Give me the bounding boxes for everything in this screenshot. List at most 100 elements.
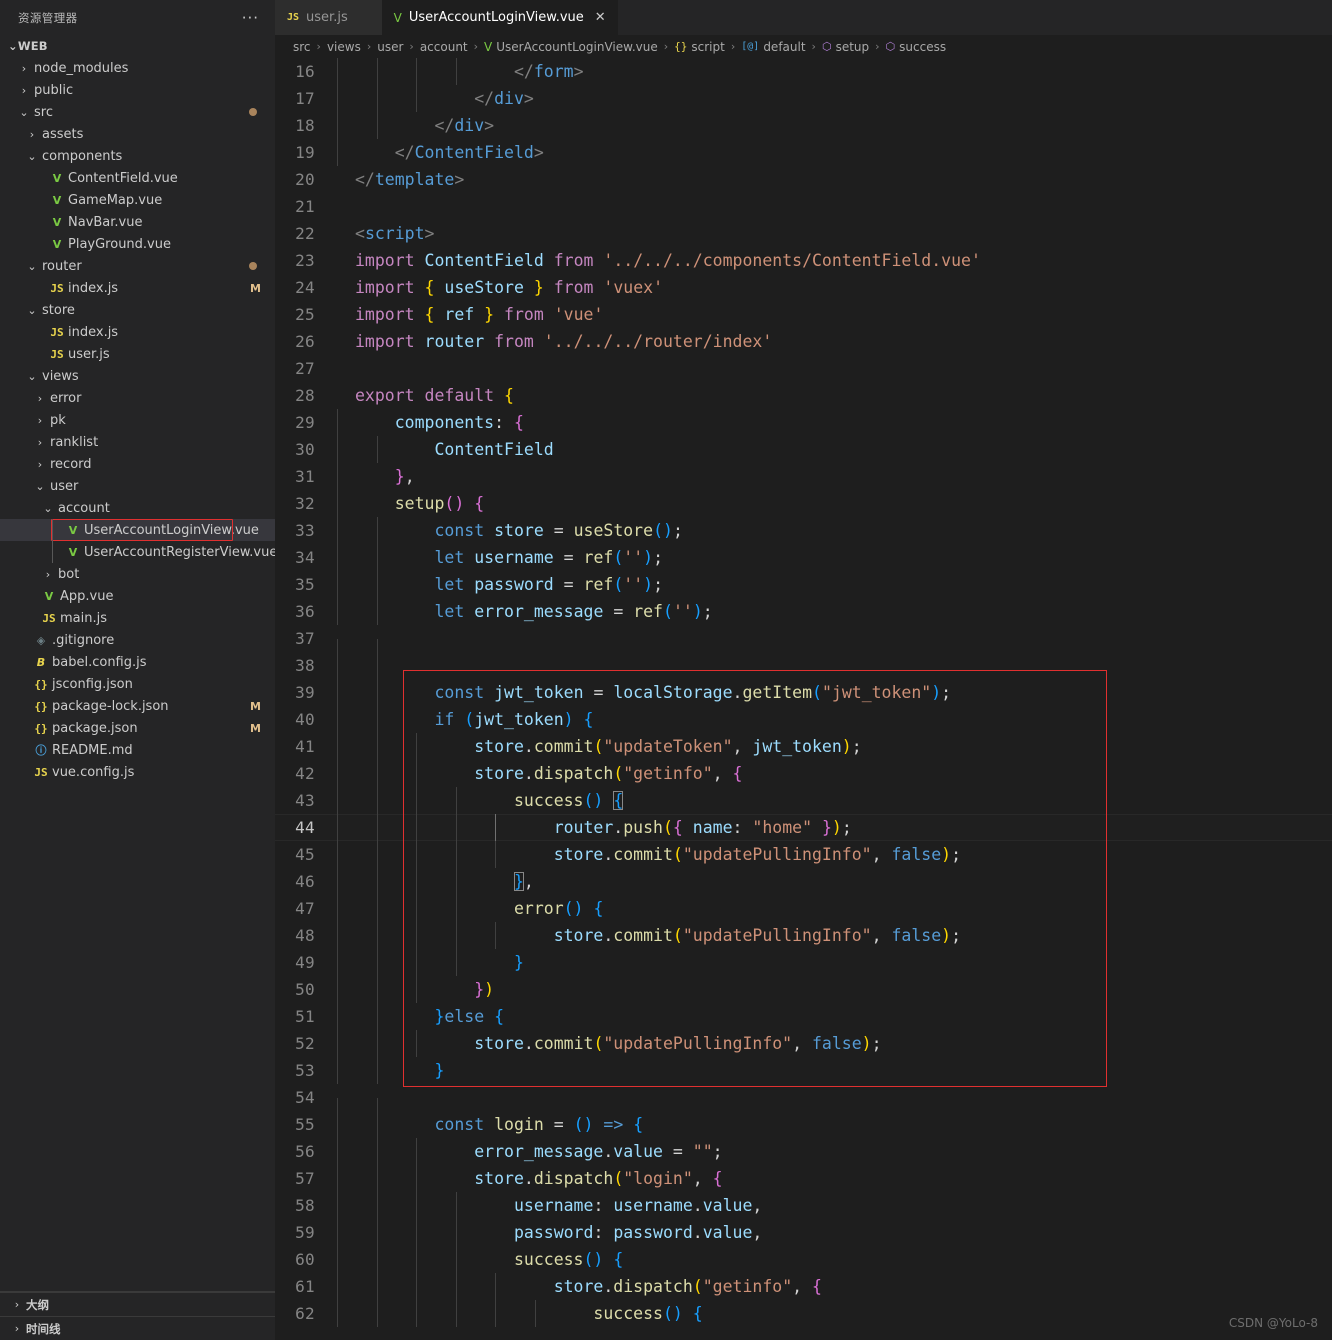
breadcrumb-item-views[interactable]: views (327, 40, 361, 54)
editor-tab-bar[interactable]: JS user.js ✕V UserAccountLoginView.vue ✕ (275, 0, 1332, 35)
tree-item-readme-md[interactable]: ⓘ README.md (0, 739, 275, 761)
code-line[interactable]: 17 </div> (275, 85, 1332, 112)
workspace-section-header[interactable]: ⌄ WEB (0, 35, 275, 57)
code-line[interactable]: 57 store.dispatch("login", { (275, 1165, 1332, 1192)
code-line[interactable]: 16 </form> (275, 58, 1332, 85)
code-line[interactable]: 59 password: password.value, (275, 1219, 1332, 1246)
code-line[interactable]: 50 }) (275, 976, 1332, 1003)
code-line[interactable]: 40 if (jwt_token) { (275, 706, 1332, 733)
editor-vertical-scrollbar[interactable] (1318, 58, 1332, 1340)
code-line[interactable]: 56 error_message.value = ""; (275, 1138, 1332, 1165)
code-line[interactable]: 34 let username = ref(''); (275, 544, 1332, 571)
tree-item-useraccountloginview-vue[interactable]: V UserAccountLoginView.vue (0, 519, 275, 541)
tree-item-vue-config-js[interactable]: JS vue.config.js (0, 761, 275, 783)
code-line[interactable]: 53 } (275, 1057, 1332, 1084)
breadcrumb-item-account[interactable]: account (420, 40, 468, 54)
code-line[interactable]: 51 }else { (275, 1003, 1332, 1030)
code-line[interactable]: 35 let password = ref(''); (275, 571, 1332, 598)
code-line[interactable]: 33 const store = useStore(); (275, 517, 1332, 544)
code-line[interactable]: 58 username: username.value, (275, 1192, 1332, 1219)
code-line[interactable]: 36 let error_message = ref(''); (275, 598, 1332, 625)
code-line[interactable]: 48 store.commit("updatePullingInfo", fal… (275, 922, 1332, 949)
code-line[interactable]: 44 router.push({ name: "home" }); (275, 814, 1332, 841)
code-line[interactable]: 38 (275, 652, 1332, 693)
tree-item-babel-config-js[interactable]: Bbabel.config.js (0, 651, 275, 673)
timeline-panel-header[interactable]: › 时间线 (0, 1316, 275, 1340)
tree-item-user-js[interactable]: JS user.js (0, 343, 275, 365)
code-line[interactable]: 45 store.commit("updatePullingInfo", fal… (275, 841, 1332, 868)
tree-item-navbar-vue[interactable]: V NavBar.vue (0, 211, 275, 233)
tree-item-package-json[interactable]: {} package.json M (0, 717, 275, 739)
code-line[interactable]: 46 }, (275, 868, 1332, 895)
code-line[interactable]: 52 store.commit("updatePullingInfo", fal… (275, 1030, 1332, 1057)
tree-item-router[interactable]: ⌄ router (0, 255, 275, 277)
code-line[interactable]: 41 store.commit("updateToken", jwt_token… (275, 733, 1332, 760)
breadcrumb-item-user[interactable]: user (377, 40, 403, 54)
tree-item-ranklist[interactable]: › ranklist (0, 431, 275, 453)
code-line[interactable]: 27 (275, 355, 1332, 382)
tree-item-public[interactable]: › public (0, 79, 275, 101)
code-line[interactable]: 30 ContentField (275, 436, 1332, 463)
code-line[interactable]: 37 (275, 625, 1332, 666)
tree-item-gitignore[interactable]: ◈ .gitignore (0, 629, 275, 651)
tree-item-views[interactable]: ⌄ views (0, 365, 275, 387)
tree-item-node-modules[interactable]: › node_modules (0, 57, 275, 79)
code-line[interactable]: 42 store.dispatch("getinfo", { (275, 760, 1332, 787)
code-line[interactable]: 39 const jwt_token = localStorage.getIte… (275, 679, 1332, 706)
tree-item-bot[interactable]: › bot (0, 563, 275, 585)
breadcrumb-item-setup[interactable]: ⬡ setup (822, 40, 869, 54)
code-line[interactable]: 60 success() { (275, 1246, 1332, 1273)
tree-item-gamemap-vue[interactable]: V GameMap.vue (0, 189, 275, 211)
tree-item-src[interactable]: ⌄ src (0, 101, 275, 123)
code-line[interactable]: 49 } (275, 949, 1332, 976)
editor-tab-user-js[interactable]: JSuser.js✕ (275, 0, 382, 35)
code-line[interactable]: 55 const login = () => { (275, 1111, 1332, 1138)
breadcrumb[interactable]: src › views › user › account › V UserAccountLogin… (275, 35, 1332, 58)
tree-item-package-lock-json[interactable]: {} package-lock.json M (0, 695, 275, 717)
code-line[interactable]: 43 success() { (275, 787, 1332, 814)
tree-item-components[interactable]: ⌄ components (0, 145, 275, 167)
tree-item-playground-vue[interactable]: V PlayGround.vue (0, 233, 275, 255)
code-line[interactable]: 24 import { useStore } from 'vuex' (275, 274, 1332, 301)
tree-item-contentfield-vue[interactable]: V ContentField.vue (0, 167, 275, 189)
code-line[interactable]: 47 error() { (275, 895, 1332, 922)
breadcrumb-item-useraccountloginview-vue[interactable]: V UserAccountLoginView.vue (484, 40, 658, 54)
code-line[interactable]: 31 }, (275, 463, 1332, 490)
code-line[interactable]: 19 </ContentField> (275, 139, 1332, 166)
code-line[interactable]: 22 <script> (275, 220, 1332, 247)
code-line[interactable]: 32 setup() { (275, 490, 1332, 517)
file-tree[interactable]: › node_modules › public ⌄ src › assets ⌄ componen… (0, 57, 275, 1291)
tree-item-jsconfig-json[interactable]: {} jsconfig.json (0, 673, 275, 695)
tree-item-useraccountregisterview-vue[interactable]: V UserAccountRegisterView.vue (0, 541, 275, 563)
breadcrumb-item-default[interactable]: [@] default (741, 40, 805, 54)
tree-item-account[interactable]: ⌄ account (0, 497, 275, 519)
breadcrumb-item-src[interactable]: src (293, 40, 311, 54)
breadcrumb-item-script[interactable]: {} script (674, 40, 725, 54)
tree-item-pk[interactable]: › pk (0, 409, 275, 431)
code-line[interactable]: 23 import ContentField from '../../../com… (275, 247, 1332, 274)
close-icon[interactable]: ✕ (595, 10, 606, 25)
code-line[interactable]: 54 (275, 1084, 1332, 1125)
tree-item-index-js[interactable]: JS index.js M (0, 277, 275, 299)
code-line[interactable]: 29 components: { (275, 409, 1332, 436)
breadcrumb-item-success[interactable]: ⬡ success (886, 40, 947, 54)
outline-panel-header[interactable]: › 大纲 (0, 1292, 275, 1316)
code-line[interactable]: 26 import router from '../../../router/in… (275, 328, 1332, 355)
tree-item-app-vue[interactable]: V App.vue (0, 585, 275, 607)
editor-tab-useraccountloginview-vue[interactable]: V UserAccountLoginView.vue ✕ (381, 0, 618, 35)
code-line[interactable]: 61 store.dispatch("getinfo", { (275, 1273, 1332, 1300)
tree-item-store[interactable]: ⌄ store (0, 299, 275, 321)
code-editor[interactable]: 16 </form> 17 </div> 18 </div> 19 </Content… (275, 58, 1332, 1340)
tree-item-main-js[interactable]: JS main.js (0, 607, 275, 629)
code-line[interactable]: 18 </div> (275, 112, 1332, 139)
code-lines[interactable]: 16 </form> 17 </div> 18 </div> 19 </Content… (275, 58, 1332, 1327)
tree-item-assets[interactable]: › assets (0, 123, 275, 145)
tree-item-index-js[interactable]: JS index.js (0, 321, 275, 343)
code-line[interactable]: 62 success() { (275, 1300, 1332, 1327)
more-actions-icon[interactable]: ··· (242, 9, 265, 27)
tree-item-error[interactable]: › error (0, 387, 275, 409)
tree-item-record[interactable]: › record (0, 453, 275, 475)
code-line[interactable]: 20 </template> (275, 166, 1332, 193)
tree-item-user[interactable]: ⌄ user (0, 475, 275, 497)
code-line[interactable]: 25 import { ref } from 'vue' (275, 301, 1332, 328)
